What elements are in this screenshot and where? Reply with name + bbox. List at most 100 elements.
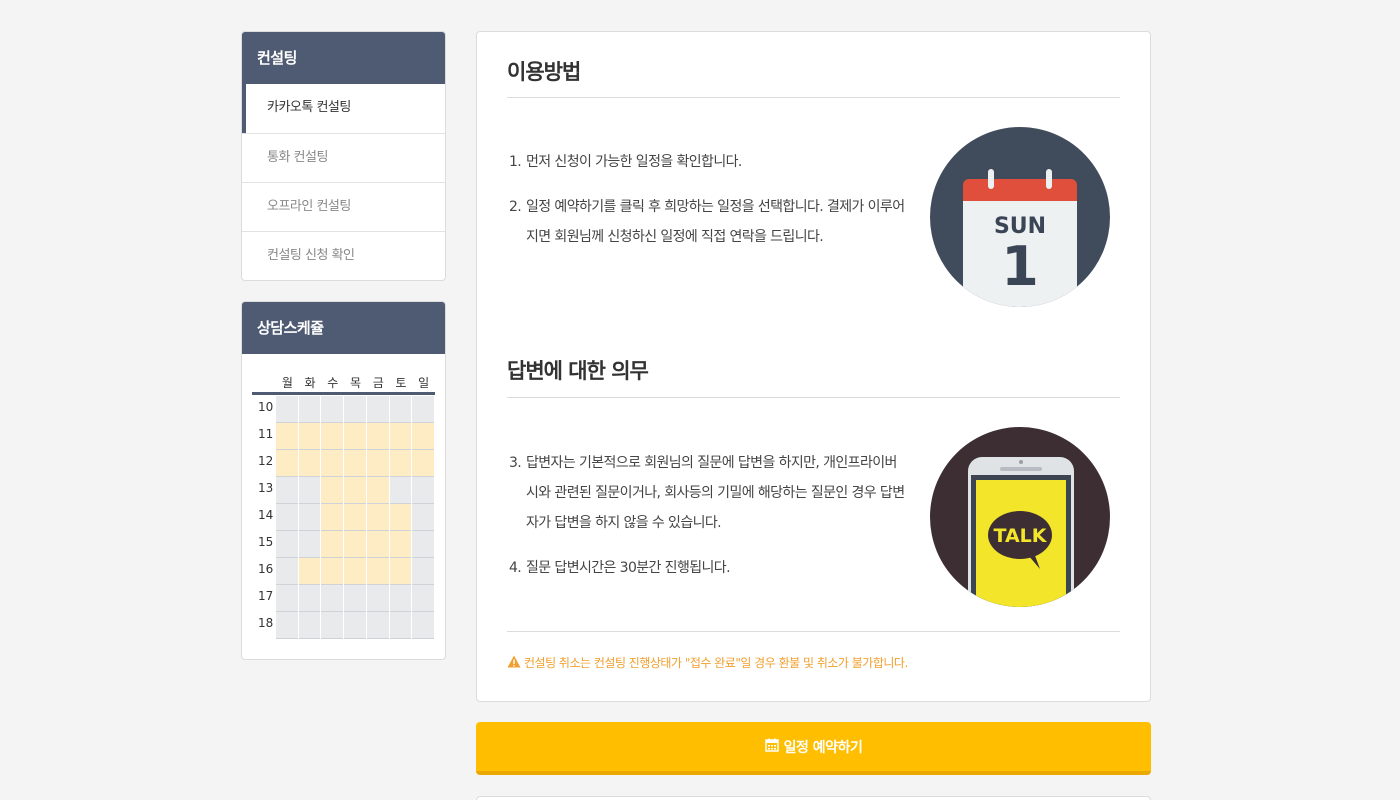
reserve-schedule-button[interactable]: 일정 예약하기 <box>476 722 1151 775</box>
schedule-cell-available <box>389 423 412 450</box>
schedule-cell-available <box>344 531 366 558</box>
schedule-cell-available <box>344 450 366 477</box>
schedule-cell-available <box>412 423 435 450</box>
schedule-row: 16 <box>252 558 435 585</box>
schedule-cell-available <box>298 558 321 585</box>
schedule-cell-available <box>366 423 389 450</box>
schedule-cell-unavailable <box>275 612 298 639</box>
schedule-row: 15 <box>252 531 435 558</box>
list-item: 3. 답변자는 기본적으로 회원님의 질문에 답변을 하지만, 개인프라이버시와 … <box>509 448 909 538</box>
menu-item-consulting-check[interactable]: 컨설팅 신청 확인 <box>242 231 445 280</box>
schedule-cell-unavailable <box>275 558 298 585</box>
step-text: 질문 답변시간은 30분간 진행됩니다. <box>526 560 731 576</box>
schedule-day-header: 월화수목금토일 <box>252 372 435 395</box>
schedule-cell-available <box>389 531 412 558</box>
schedule-cell-unavailable <box>321 585 344 612</box>
schedule-cell-available <box>321 450 344 477</box>
consulting-panel-title: 컨설팅 <box>242 32 445 84</box>
schedule-panel: 상담스케쥴 월화수목금토일 10 11 12 13 14 15 16 17 18 <box>241 301 446 660</box>
schedule-cell-available <box>366 558 389 585</box>
schedule-rows: 10 11 12 13 14 15 16 17 18 <box>252 396 435 639</box>
schedule-cell-available <box>366 504 389 531</box>
consulting-menu: 카카오톡 컨설팅 통화 컨설팅 오프라인 컨설팅 컨설팅 신청 확인 <box>242 84 445 280</box>
schedule-row: 13 <box>252 477 435 504</box>
schedule-day-label: 금 <box>372 375 384 390</box>
schedule-cell-unavailable <box>298 504 321 531</box>
warning-icon <box>507 655 521 671</box>
step-text: 먼저 신청이 가능한 일정을 확인합니다. <box>526 154 742 170</box>
duty-title: 답변에 대한 의무 <box>507 359 649 383</box>
schedule-cell-unavailable <box>412 531 435 558</box>
schedule-cell-available <box>321 477 344 504</box>
step-text: 일정 예약하기를 클릭 후 희망하는 일정을 선택합니다. 결제가 이루어지면 … <box>526 199 905 245</box>
sidebar: 컨설팅 카카오톡 컨설팅 통화 컨설팅 오프라인 컨설팅 컨설팅 신청 확인 상… <box>241 31 446 660</box>
schedule-cell-unavailable <box>366 612 389 639</box>
schedule-panel-title: 상담스케쥴 <box>242 302 445 354</box>
schedule-cell-available <box>389 504 412 531</box>
schedule-hour-label: 13 <box>258 481 274 495</box>
schedule-cell-unavailable <box>298 585 321 612</box>
calendar-date-text: 1 <box>1001 235 1039 298</box>
schedule-cell-unavailable <box>412 477 435 504</box>
step-number: 2. <box>509 199 522 215</box>
step-number: 4. <box>509 560 522 576</box>
schedule-day-label: 월 <box>281 375 293 390</box>
schedule-cell-unavailable <box>412 504 435 531</box>
schedule-cell-unavailable <box>321 396 344 423</box>
schedule-cell-available <box>321 558 344 585</box>
schedule-cell-available <box>412 450 435 477</box>
menu-item-offline-consulting[interactable]: 오프라인 컨설팅 <box>242 182 445 231</box>
schedule-cell-unavailable <box>389 396 412 423</box>
list-item: 1. 먼저 신청이 가능한 일정을 확인합니다. <box>509 147 909 177</box>
schedule-cell-unavailable <box>389 612 412 639</box>
divider <box>507 97 1120 98</box>
schedule-cell-available <box>366 531 389 558</box>
schedule-row: 17 <box>252 585 435 612</box>
calendar-icon <box>764 738 779 756</box>
step-number: 3. <box>509 455 522 471</box>
schedule-row: 18 <box>252 612 435 639</box>
schedule-cell-unavailable <box>366 396 389 423</box>
schedule-cell-available <box>344 504 366 531</box>
schedule-cell-available <box>389 558 412 585</box>
schedule-grid: 월화수목금토일 10 11 12 13 14 15 16 17 18 <box>242 354 445 659</box>
schedule-row: 12 <box>252 450 435 477</box>
schedule-cell-unavailable <box>389 585 412 612</box>
schedule-hour-label: 18 <box>258 616 274 630</box>
phone-icon: TALK <box>968 457 1074 607</box>
bottom-card <box>476 796 1151 800</box>
schedule-cell-unavailable <box>298 396 321 423</box>
schedule-cell-available <box>366 477 389 504</box>
schedule-cell-available <box>344 423 366 450</box>
schedule-cell-available <box>344 477 366 504</box>
schedule-cell-available <box>344 558 366 585</box>
schedule-hour-label: 11 <box>258 427 274 441</box>
schedule-cell-unavailable <box>275 585 298 612</box>
schedule-row: 11 <box>252 423 435 450</box>
usage-title: 이용방법 <box>507 60 581 84</box>
talk-bubble-text: TALK <box>993 525 1047 547</box>
schedule-hour-label: 10 <box>258 400 274 414</box>
list-item: 4. 질문 답변시간은 30분간 진행됩니다. <box>509 553 909 583</box>
menu-item-kakao-consulting[interactable]: 카카오톡 컨설팅 <box>242 84 445 133</box>
schedule-hour-label: 16 <box>258 562 274 576</box>
schedule-day-label: 목 <box>349 375 362 390</box>
warning-text: 컨설팅 취소는 컨설팅 진행상태가 "접수 완료"일 경우 환불 및 취소가 불… <box>524 656 908 670</box>
schedule-cell-available <box>321 504 344 531</box>
schedule-cell-unavailable <box>275 477 298 504</box>
schedule-cell-available <box>389 450 412 477</box>
schedule-day-label: 일 <box>418 375 430 390</box>
list-item: 2. 일정 예약하기를 클릭 후 희망하는 일정을 선택합니다. 결제가 이루어지… <box>509 192 909 252</box>
schedule-cell-unavailable <box>298 612 321 639</box>
consulting-panel: 컨설팅 카카오톡 컨설팅 통화 컨설팅 오프라인 컨설팅 컨설팅 신청 확인 <box>241 31 446 281</box>
menu-item-phone-consulting[interactable]: 통화 컨설팅 <box>242 133 445 182</box>
schedule-cell-available <box>275 450 298 477</box>
kakao-phone-illustration: TALK <box>930 427 1110 607</box>
schedule-cell-available <box>298 450 321 477</box>
schedule-cell-unavailable <box>366 585 389 612</box>
schedule-day-label: 화 <box>304 375 316 390</box>
schedule-cell-unavailable <box>275 531 298 558</box>
schedule-cell-unavailable <box>275 504 298 531</box>
schedule-day-label: 수 <box>327 375 339 390</box>
schedule-hour-label: 17 <box>258 589 274 603</box>
